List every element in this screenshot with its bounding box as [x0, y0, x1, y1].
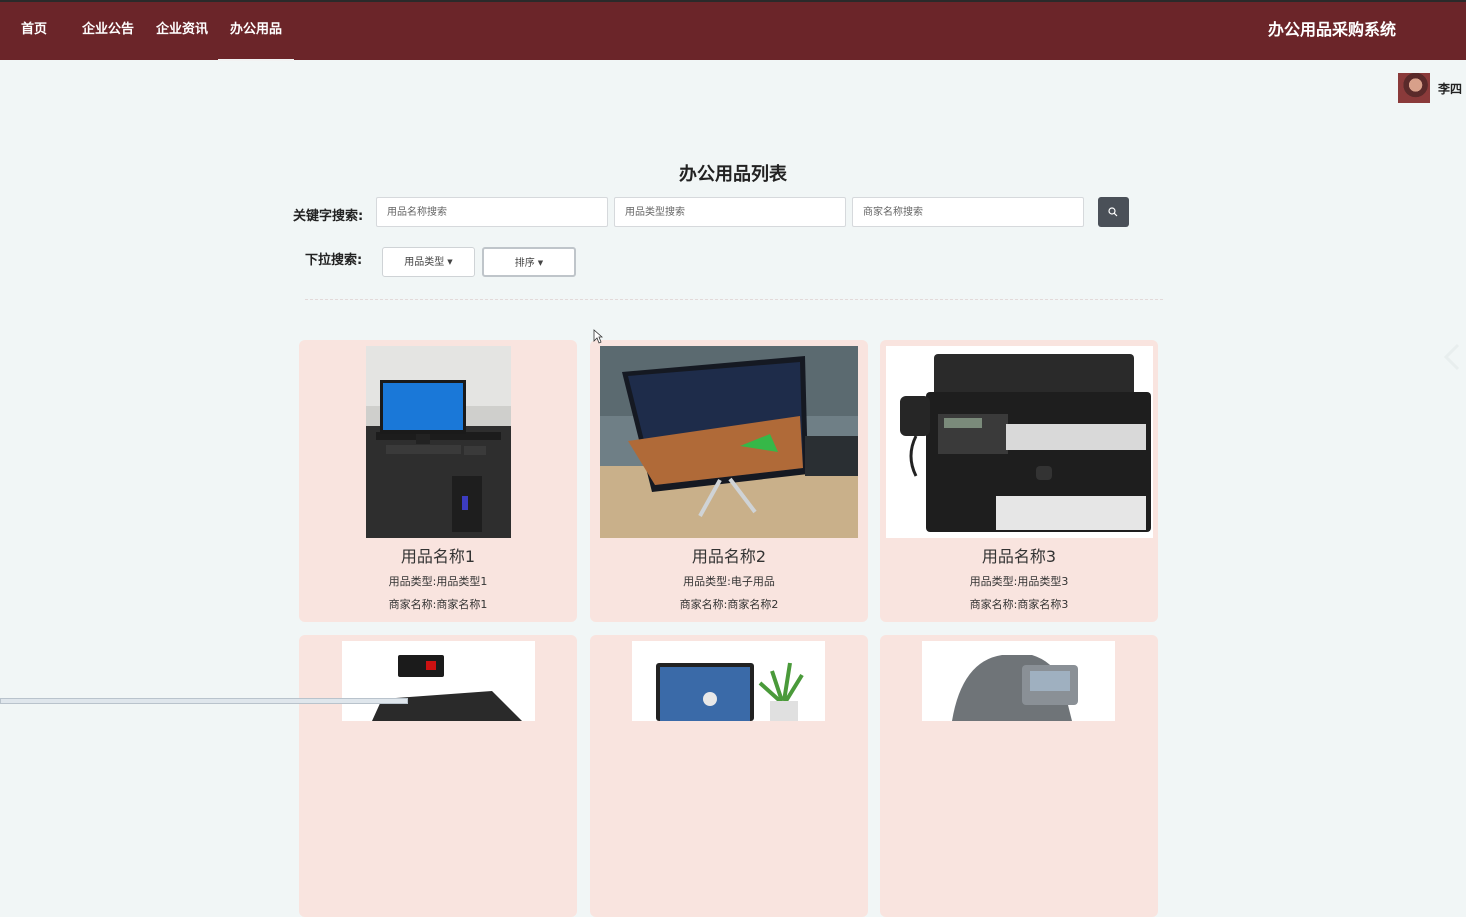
merchant-name: 商家名称:商家名称1 — [388, 598, 488, 611]
product-type-dropdown[interactable]: 用品类型 ▼ — [382, 247, 475, 277]
product-name[interactable]: 用品名称2 — [590, 543, 868, 567]
merchant-name: 商家名称:商家名称3 — [969, 598, 1069, 611]
merchant-name-search-input[interactable] — [852, 197, 1084, 227]
product-card[interactable] — [880, 635, 1158, 917]
product-type: 用品类型:用品类型3 — [969, 575, 1069, 588]
brand-title: 办公用品采购系统 — [1268, 20, 1397, 39]
product-name-search-input[interactable] — [376, 197, 608, 227]
product-image[interactable] — [600, 346, 858, 538]
product-type-dropdown-label: 用品类型 — [404, 257, 445, 268]
product-card[interactable] — [590, 635, 868, 917]
caret-down-icon: ▼ — [537, 259, 544, 267]
product-card[interactable]: 用品名称1 用品类型:用品类型1 商家名称:商家名称1 — [299, 340, 577, 622]
product-image[interactable] — [342, 641, 535, 721]
user-name[interactable]: 李四 — [1438, 80, 1462, 97]
status-bar — [0, 698, 408, 704]
dropdown-search-label: 下拉搜索: — [305, 253, 363, 268]
product-image[interactable] — [886, 346, 1153, 538]
sort-dropdown[interactable]: 排序 ▼ — [482, 247, 576, 277]
top-navbar: 首页 企业公告 企业资讯 办公用品 办公用品采购系统 — [0, 0, 1466, 61]
sort-dropdown-label: 排序 — [514, 258, 535, 269]
nav-item-home[interactable]: 首页 — [21, 2, 47, 60]
product-name[interactable]: 用品名称3 — [880, 543, 1158, 567]
product-name[interactable]: 用品名称1 — [299, 543, 577, 567]
nav-item-announcements[interactable]: 企业公告 — [82, 2, 134, 60]
product-type: 用品类型:电子用品 — [683, 575, 775, 588]
chevron-left-icon[interactable] — [1442, 342, 1462, 376]
avatar[interactable] — [1398, 73, 1430, 103]
product-card[interactable] — [299, 635, 577, 917]
search-icon — [1108, 207, 1118, 217]
caret-down-icon: ▼ — [447, 258, 453, 266]
keyword-search-label: 关键字搜索: — [293, 209, 364, 224]
product-card[interactable]: 用品名称3 用品类型:用品类型3 商家名称:商家名称3 — [880, 340, 1158, 622]
product-image[interactable] — [366, 346, 511, 538]
product-type: 用品类型:用品类型1 — [388, 575, 488, 588]
page-title: 办公用品列表 — [679, 164, 787, 185]
product-image[interactable] — [632, 641, 825, 721]
product-card[interactable]: 用品名称2 用品类型:电子用品 商家名称:商家名称2 — [590, 340, 868, 622]
mouse-cursor-icon — [593, 329, 604, 348]
nav-item-news[interactable]: 企业资讯 — [156, 2, 208, 60]
search-button[interactable] — [1098, 197, 1129, 227]
product-type-search-input[interactable] — [614, 197, 846, 227]
product-image[interactable] — [922, 641, 1115, 721]
divider — [305, 299, 1163, 300]
nav-item-office-supplies[interactable]: 办公用品 — [217, 2, 295, 61]
merchant-name: 商家名称:商家名称2 — [679, 598, 779, 611]
